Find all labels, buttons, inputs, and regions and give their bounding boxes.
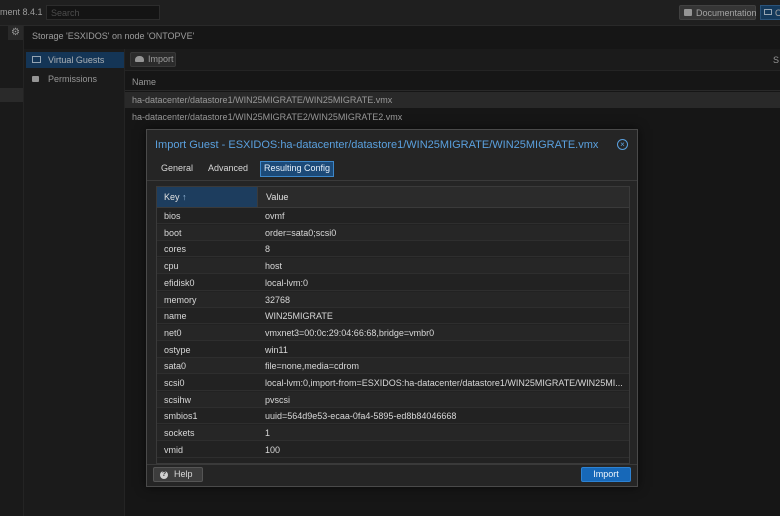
help-button[interactable]: ? Help	[153, 467, 203, 482]
config-value: local-lvm:0,import-from=ESXIDOS:ha-datac…	[265, 378, 623, 388]
config-grid: Key ↑ Value bios ovmf boot order=sata0;scs…	[156, 186, 630, 464]
config-key: efidisk0	[164, 277, 195, 288]
config-value: 100	[265, 444, 281, 455]
table-row[interactable]: efidisk0 local-lvm:0	[157, 275, 629, 291]
tab-general[interactable]: General	[158, 161, 196, 175]
table-row[interactable]: memory 32768	[157, 291, 629, 308]
help-label: Help	[174, 469, 193, 479]
column-header-key[interactable]: Key ↑	[157, 187, 258, 207]
config-value: file=none,media=cdrom	[265, 361, 360, 372]
config-value: WIN25MIGRATE	[265, 311, 333, 322]
config-key: bios	[164, 211, 181, 221]
table-row[interactable]: scsihw pvscsi	[157, 391, 629, 408]
tab-resulting-config[interactable]: Resulting Config	[260, 161, 335, 177]
table-row[interactable]: cpu host	[157, 258, 629, 275]
close-icon[interactable]: ×	[617, 139, 628, 150]
table-row[interactable]: vmid 100	[157, 442, 629, 458]
table-row[interactable]: net0 vmxnet3=00:0c:29:04:66:68,bridge=vmb…	[157, 324, 629, 341]
config-key: name	[164, 311, 187, 322]
dialog-tabs: General Advanced Resulting Config	[147, 158, 637, 181]
dialog-title: Import Guest - ESXIDOS:ha-datacenter/dat…	[155, 139, 599, 151]
config-value: pvscsi	[265, 394, 291, 405]
config-key: boot	[164, 227, 182, 238]
config-value: host	[265, 261, 283, 272]
table-row[interactable]: smbios1 uuid=564d9e53-ecaa-0fa4-5895-ed8b…	[157, 408, 629, 425]
table-row[interactable]: ostype win11	[157, 342, 629, 358]
config-value: order=sata0;scsi0	[265, 227, 337, 238]
table-row[interactable]: sata0 file=none,media=cdrom	[157, 358, 629, 375]
table-row[interactable]: cores 8	[157, 241, 629, 258]
config-key: memory	[164, 294, 197, 305]
key-header-label: Key	[164, 192, 180, 202]
config-key: cpu	[164, 261, 179, 272]
config-value: 1	[265, 428, 271, 439]
config-value: 8	[265, 244, 271, 255]
table-row[interactable]: scsi0 local-lvm:0,import-from=ESXIDOS:ha-…	[157, 375, 629, 391]
import-confirm-button[interactable]: Import	[581, 467, 631, 482]
config-key: cores	[164, 244, 187, 255]
config-value: 32768	[265, 294, 291, 305]
help-icon: ?	[160, 471, 168, 479]
config-value: win11	[265, 344, 288, 355]
import-guest-dialog: Import Guest - ESXIDOS:ha-datacenter/dat…	[146, 129, 638, 487]
config-value: vmxnet3=00:0c:29:04:66:68,bridge=vmbr0	[265, 327, 435, 338]
table-row[interactable]: name WIN25MIGRATE	[157, 308, 629, 325]
config-value: local-lvm:0	[265, 277, 309, 288]
config-value: ovmf	[265, 211, 285, 221]
config-key: net0	[164, 327, 182, 338]
table-row[interactable]: boot order=sata0;scsi0	[157, 224, 629, 241]
config-key: smbios1	[164, 411, 198, 422]
config-key: sata0	[164, 361, 187, 372]
table-row[interactable]: bios ovmf	[157, 208, 629, 224]
grid-header: Key ↑ Value	[157, 187, 629, 208]
column-header-value[interactable]: Value	[259, 187, 288, 207]
table-row[interactable]: sockets 1	[157, 425, 629, 442]
config-key: scsihw	[164, 394, 192, 405]
config-key: vmid	[164, 444, 184, 455]
tab-advanced[interactable]: Advanced	[205, 161, 251, 175]
config-value: uuid=564d9e53-ecaa-0fa4-5895-ed8b8404666…	[265, 411, 457, 422]
config-key: sockets	[164, 428, 195, 439]
config-key: scsi0	[164, 378, 185, 388]
dialog-footer: ? Help Import	[147, 464, 637, 487]
config-key: ostype	[164, 344, 191, 355]
sort-asc-icon: ↑	[182, 192, 187, 202]
